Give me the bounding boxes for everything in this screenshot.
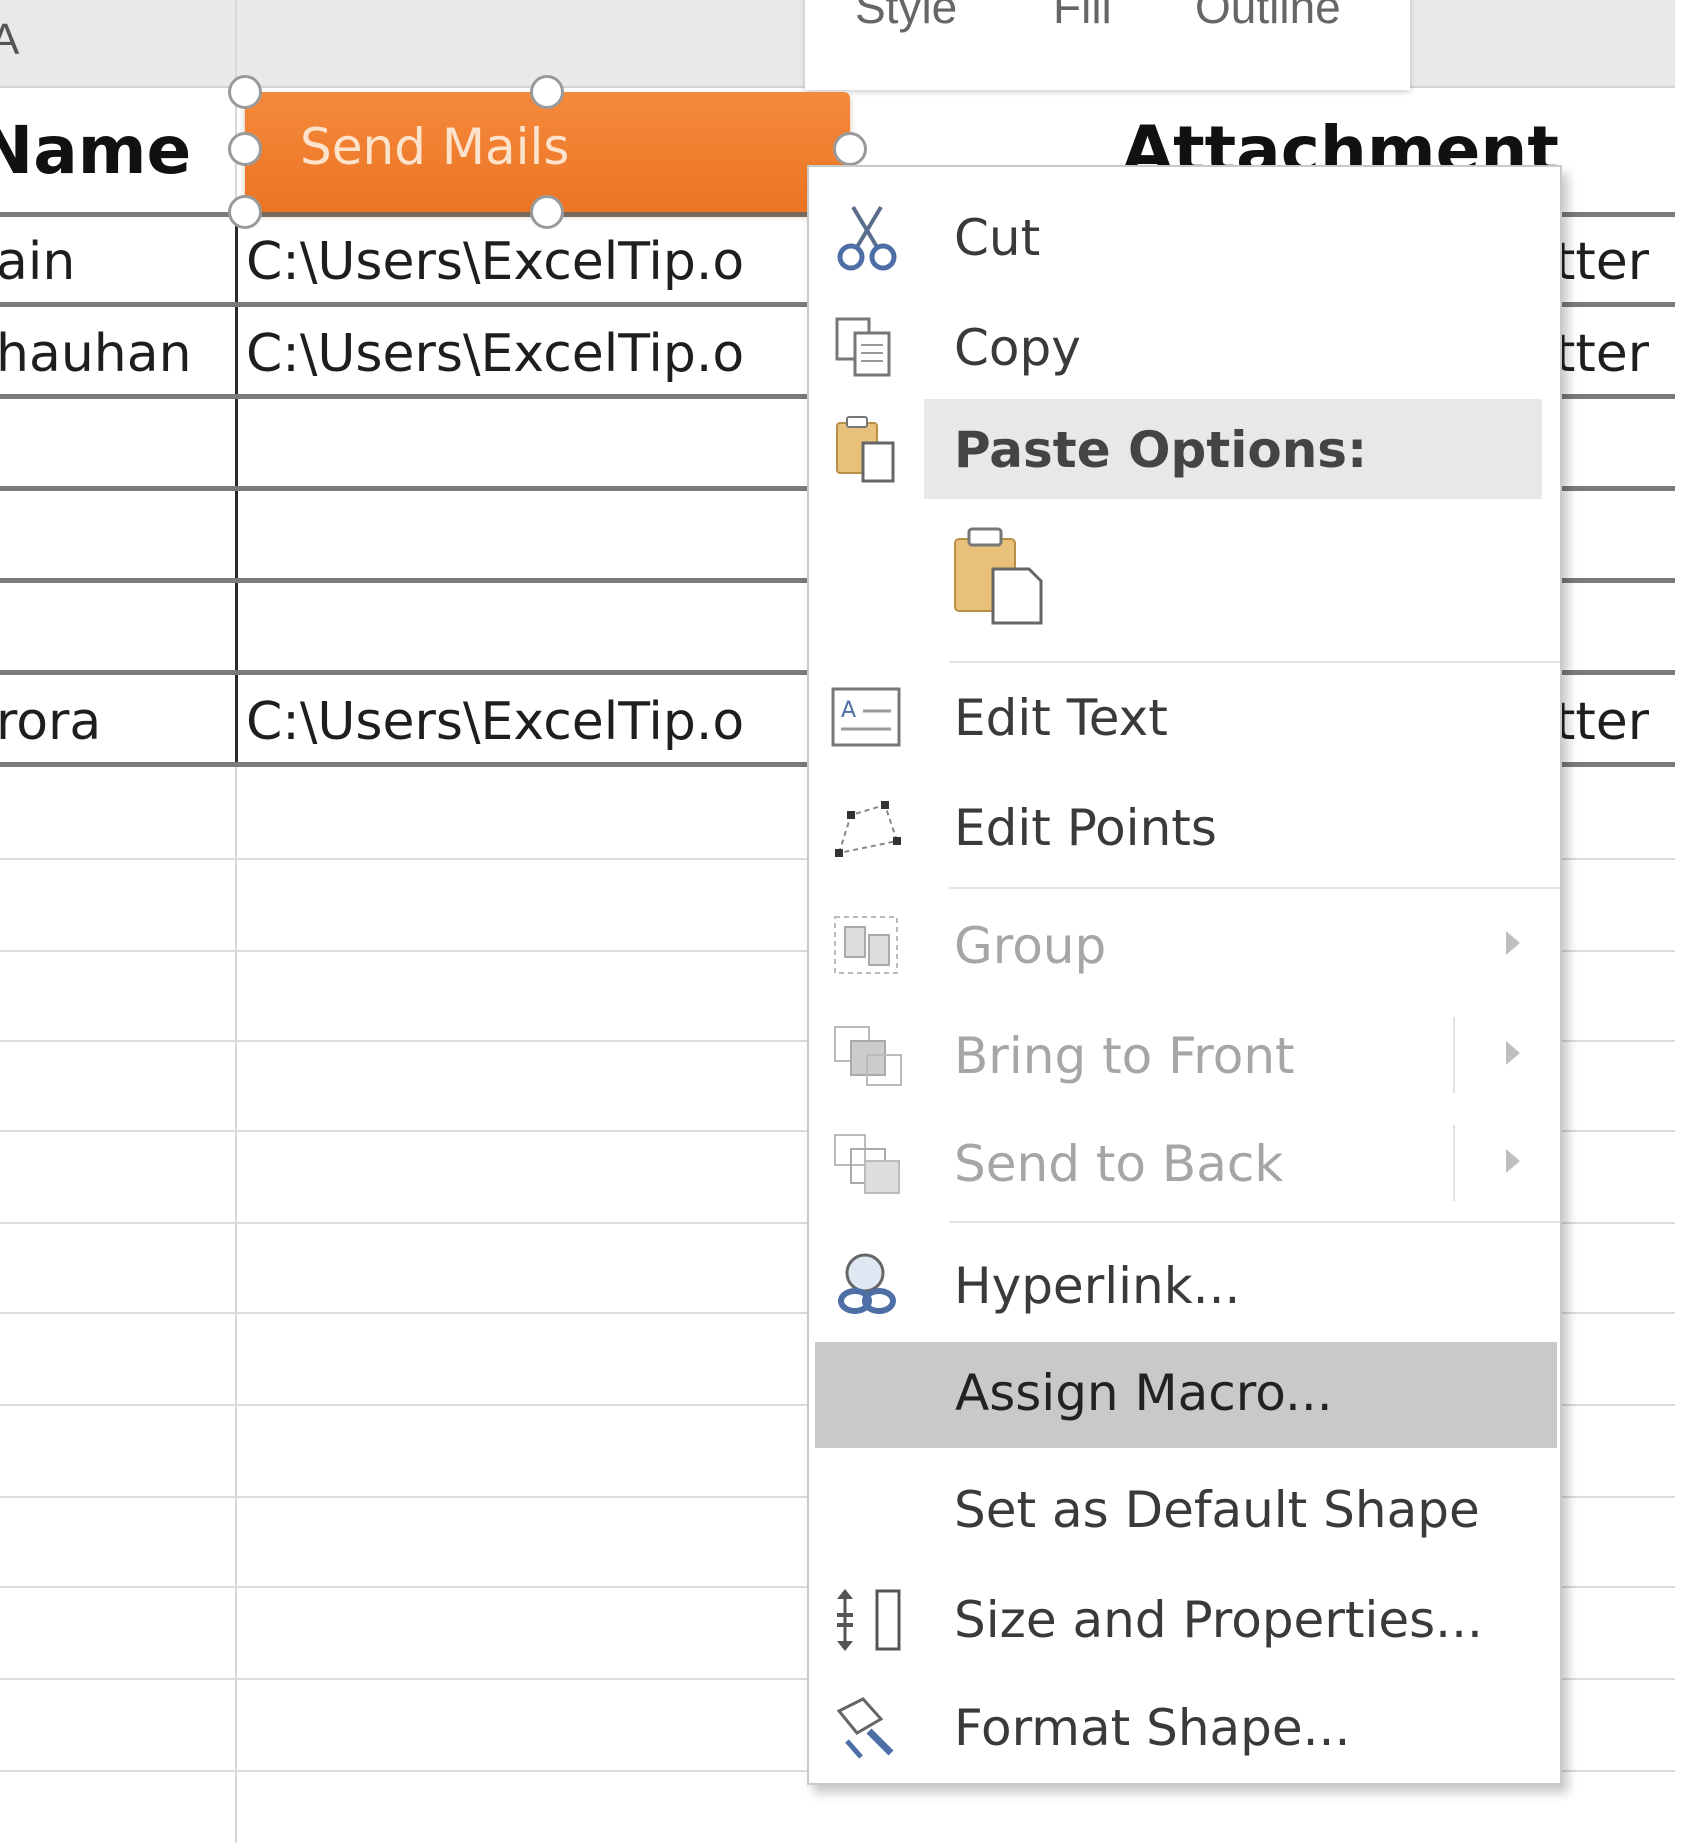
resize-handle[interactable] (228, 132, 262, 166)
mini-toolbar: Style Fill Outline (805, 0, 1410, 90)
menu-label-copy: Copy (954, 319, 1081, 377)
split-divider (1453, 1125, 1455, 1201)
menu-label-edit-text: Edit Text (954, 689, 1168, 747)
menu-separator (949, 661, 1560, 663)
column-header-a[interactable]: A (0, 0, 235, 88)
resize-handle[interactable] (228, 75, 262, 109)
bring-to-front-icon (829, 1021, 909, 1091)
resize-handle[interactable] (530, 195, 564, 229)
menu-label-send-to-back: Send to Back (954, 1135, 1284, 1193)
shape-label: Send Mails (300, 118, 570, 176)
menu-item-edit-points[interactable]: Edit Points (809, 777, 1560, 877)
cell-path[interactable]: C:\Users\ExcelTip.o (246, 324, 806, 384)
menu-label-bring-to-front: Bring to Front (954, 1027, 1295, 1085)
cell-suffix[interactable]: tter (1555, 324, 1649, 384)
menu-label-set-default-shape: Set as Default Shape (954, 1481, 1480, 1539)
header-name[interactable]: Name (0, 112, 191, 189)
scissors-icon (829, 203, 909, 273)
menu-item-set-default-shape[interactable]: Set as Default Shape (809, 1459, 1560, 1559)
menu-item-assign-macro[interactable]: Assign Macro... (815, 1342, 1557, 1448)
svg-text:A: A (841, 698, 856, 723)
menu-item-bring-to-front[interactable]: Bring to Front (809, 1005, 1560, 1105)
menu-label-format-shape: Format Shape... (954, 1699, 1351, 1757)
format-shape-icon (829, 1693, 909, 1763)
submenu-arrow-icon[interactable] (1506, 1149, 1520, 1173)
cell-path[interactable]: C:\Users\ExcelTip.o (246, 692, 806, 752)
copy-icon (829, 313, 909, 383)
cell-suffix[interactable]: tter (1555, 692, 1649, 752)
size-properties-icon (829, 1585, 909, 1655)
group-icon (829, 911, 909, 981)
menu-item-size-properties[interactable]: Size and Properties... (809, 1569, 1560, 1669)
menu-label-paste-options: Paste Options: (954, 421, 1368, 479)
edit-points-icon (829, 793, 909, 863)
menu-item-edit-text[interactable]: A Edit Text (809, 667, 1560, 767)
cell-name[interactable]: rora (0, 692, 226, 752)
menu-item-format-shape[interactable]: Format Shape... (809, 1677, 1560, 1777)
resize-handle[interactable] (530, 75, 564, 109)
fill-button[interactable]: Fill (1053, 0, 1112, 34)
paste-option-keep-source[interactable] (809, 507, 1560, 652)
style-button[interactable]: Style (855, 0, 957, 34)
paste-options-icon (829, 407, 909, 487)
menu-item-group[interactable]: Group (809, 895, 1560, 995)
menu-label-group: Group (954, 917, 1107, 975)
context-menu: Cut Copy Paste Options: A Edit Text Edit… (807, 165, 1562, 1785)
menu-separator (949, 887, 1560, 889)
submenu-arrow-icon (1506, 931, 1520, 955)
resize-handle[interactable] (833, 132, 867, 166)
cell-name[interactable]: hauhan (0, 324, 226, 384)
cell-path[interactable]: C:\Users\ExcelTip.o (246, 232, 806, 292)
menu-label-edit-points: Edit Points (954, 799, 1217, 857)
outline-button[interactable]: Outline (1195, 0, 1341, 34)
menu-label-hyperlink: Hyperlink... (954, 1257, 1241, 1315)
menu-item-copy[interactable]: Copy (809, 297, 1560, 397)
cell-suffix[interactable]: tter (1555, 232, 1649, 292)
menu-item-cut[interactable]: Cut (809, 187, 1560, 287)
menu-item-send-to-back[interactable]: Send to Back (809, 1113, 1560, 1213)
split-divider (1453, 1017, 1455, 1093)
edit-text-icon: A (829, 683, 909, 753)
menu-label-assign-macro: Assign Macro... (955, 1364, 1333, 1422)
submenu-arrow-icon[interactable] (1506, 1041, 1520, 1065)
menu-label-cut: Cut (954, 209, 1041, 267)
send-mails-shape[interactable]: Send Mails (228, 75, 867, 229)
menu-separator (949, 1221, 1560, 1223)
clipboard-icon (949, 517, 1049, 627)
cell-name[interactable]: ain (0, 232, 226, 292)
menu-label-size-properties: Size and Properties... (954, 1591, 1483, 1649)
hyperlink-icon (829, 1251, 909, 1321)
menu-item-hyperlink[interactable]: Hyperlink... (809, 1235, 1560, 1335)
send-to-back-icon (829, 1129, 909, 1199)
menu-item-paste-options: Paste Options: (924, 399, 1542, 499)
resize-handle[interactable] (228, 195, 262, 229)
